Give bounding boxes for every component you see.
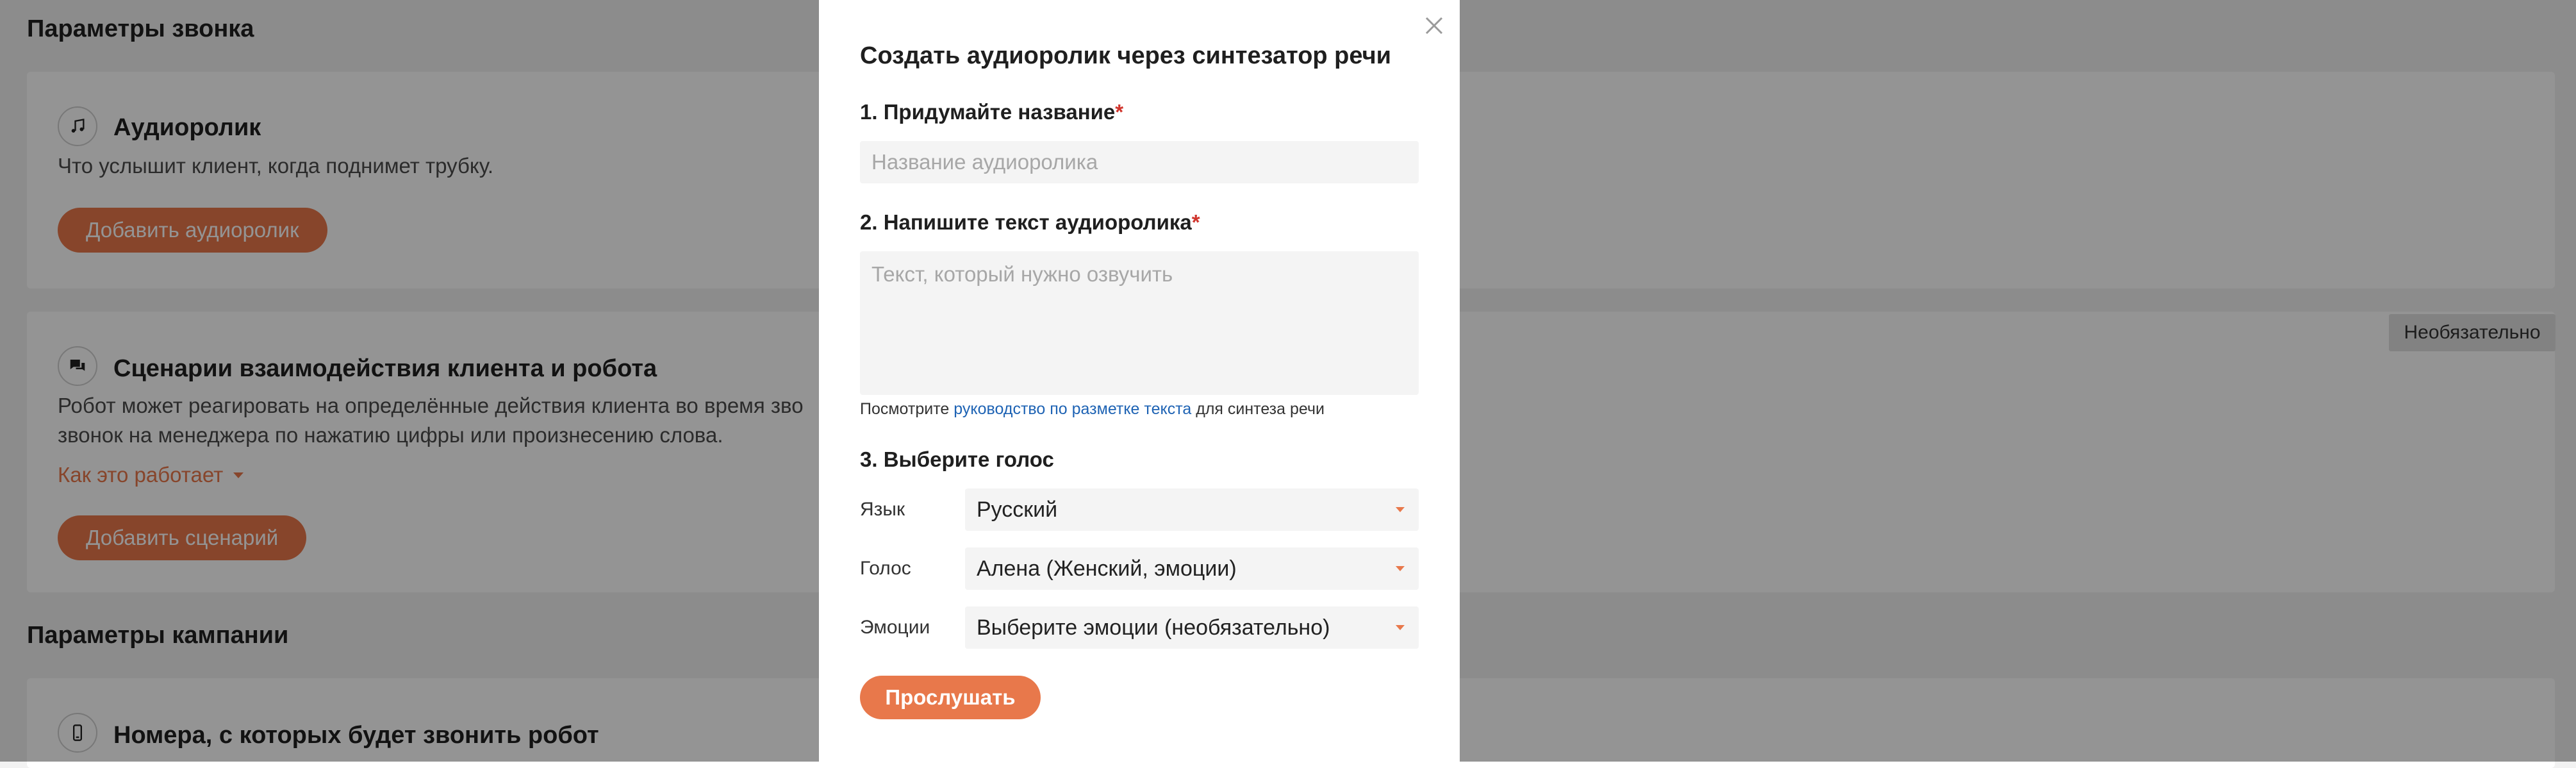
step3-label: 3. Выберите голос	[860, 447, 1054, 471]
emotions-select[interactable]: Выберите эмоции (необязательно)	[965, 606, 1419, 649]
required-mark: *	[1115, 100, 1124, 124]
chevron-down-icon	[1396, 507, 1405, 512]
modal-title: Создать аудиоролик через синтезатор речи	[860, 42, 1392, 69]
chevron-down-icon	[1396, 566, 1405, 571]
close-icon[interactable]	[1423, 14, 1446, 37]
step2-text: 2. Напишите текст аудиоролика	[860, 210, 1192, 234]
markup-guide-link[interactable]: руководство по разметке текста	[954, 400, 1191, 418]
voice-select[interactable]: Алена (Женский, эмоции)	[965, 547, 1419, 590]
chevron-down-icon	[1396, 625, 1405, 630]
emotions-label: Эмоции	[860, 617, 930, 638]
step2-label: 2. Напишите текст аудиоролика*	[860, 210, 1200, 235]
step1-label: 1. Придумайте название*	[860, 100, 1123, 124]
voice-label: Голос	[860, 558, 911, 579]
tts-modal: Создать аудиоролик через синтезатор речи…	[819, 0, 1460, 762]
step1-text: 1. Придумайте название	[860, 100, 1116, 124]
hint-suffix: для синтеза речи	[1191, 400, 1325, 418]
audio-name-input[interactable]	[860, 141, 1419, 183]
voice-value: Алена (Женский, эмоции)	[977, 556, 1237, 581]
markup-hint: Посмотрите руководство по разметке текст…	[860, 400, 1325, 419]
required-mark: *	[1191, 210, 1200, 234]
audio-text-textarea[interactable]	[860, 251, 1419, 395]
language-label: Язык	[860, 499, 905, 520]
hint-prefix: Посмотрите	[860, 400, 954, 418]
language-value: Русский	[977, 497, 1058, 522]
listen-button[interactable]: Прослушать	[860, 676, 1041, 719]
emotions-value: Выберите эмоции (необязательно)	[977, 615, 1330, 640]
language-select[interactable]: Русский	[965, 488, 1419, 531]
